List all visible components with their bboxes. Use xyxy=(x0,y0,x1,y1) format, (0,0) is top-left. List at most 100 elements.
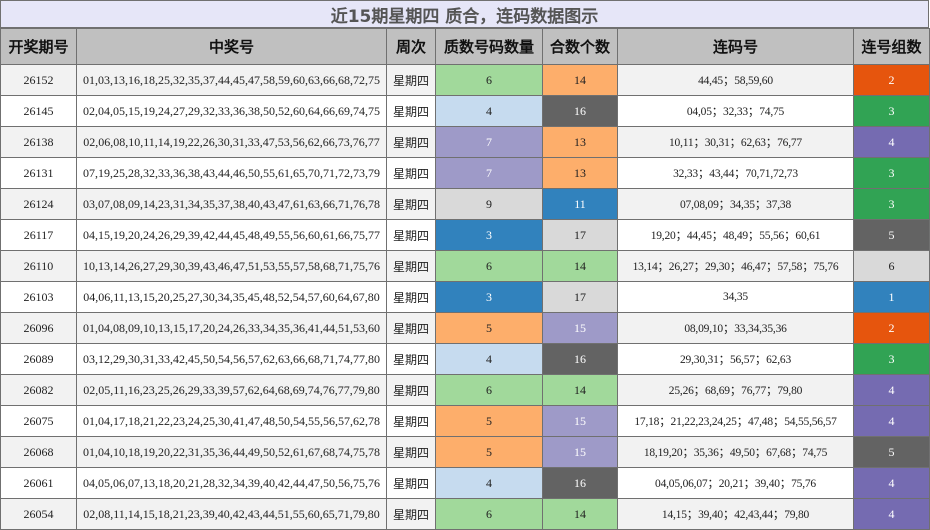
weekday-cell: 星期四 xyxy=(386,157,436,189)
weekday-cell: 星期四 xyxy=(386,312,436,344)
composite-count-cell: 14 xyxy=(542,250,618,282)
issue-cell: 26096 xyxy=(0,312,77,344)
header-consecutive-numbers: 连码号 xyxy=(617,28,854,65)
prime-count-cell: 3 xyxy=(435,281,543,313)
issue-cell: 26110 xyxy=(0,250,77,282)
lottery-chart-view: 近15期星期四 质合，连码数据图示 开奖期号 中奖号 周次 质数号码数量 合数个… xyxy=(0,0,930,530)
consecutive-groups-cell: 5 xyxy=(853,219,930,251)
prime-count-cell: 4 xyxy=(435,95,543,127)
consecutive-numbers-cell: 08,09,10；33,34,35,36 xyxy=(617,312,854,344)
composite-count-cell: 15 xyxy=(542,436,618,468)
winning-numbers-cell: 01,03,13,16,18,25,32,35,37,44,45,47,58,5… xyxy=(76,64,387,96)
issue-cell: 26054 xyxy=(0,498,77,530)
winning-numbers-cell: 02,08,11,14,15,18,21,23,39,40,42,43,44,5… xyxy=(76,498,387,530)
consecutive-groups-cell: 1 xyxy=(853,281,930,313)
table-row: 26082 02,05,11,16,23,25,26,29,33,39,57,62… xyxy=(0,374,930,406)
consecutive-numbers-cell: 07,08,09；34,35；37,38 xyxy=(617,188,854,220)
consecutive-numbers-cell: 34,35 xyxy=(617,281,854,313)
winning-numbers-cell: 04,06,11,13,15,20,25,27,30,34,35,45,48,5… xyxy=(76,281,387,313)
prime-count-cell: 5 xyxy=(435,405,543,437)
weekday-cell: 星期四 xyxy=(386,188,436,220)
table-row: 26110 10,13,14,26,27,29,30,39,43,46,47,51… xyxy=(0,250,930,282)
issue-cell: 26145 xyxy=(0,95,77,127)
weekday-cell: 星期四 xyxy=(386,498,436,530)
composite-count-cell: 17 xyxy=(542,281,618,313)
winning-numbers-cell: 01,04,17,18,21,22,23,24,25,30,41,47,48,5… xyxy=(76,405,387,437)
issue-cell: 26124 xyxy=(0,188,77,220)
issue-cell: 26089 xyxy=(0,343,77,375)
consecutive-numbers-cell: 04,05,06,07；20,21；39,40；75,76 xyxy=(617,467,854,499)
winning-numbers-cell: 07,19,25,28,32,33,36,38,43,44,46,50,55,6… xyxy=(76,157,387,189)
table-header-row: 开奖期号 中奖号 周次 质数号码数量 合数个数 连码号 连号组数 xyxy=(0,28,930,65)
consecutive-numbers-cell: 44,45；58,59,60 xyxy=(617,64,854,96)
composite-count-cell: 14 xyxy=(542,374,618,406)
weekday-cell: 星期四 xyxy=(386,281,436,313)
prime-count-cell: 7 xyxy=(435,157,543,189)
draw-data-table: 开奖期号 中奖号 周次 质数号码数量 合数个数 连码号 连号组数 26152 01… xyxy=(0,28,930,530)
prime-count-cell: 7 xyxy=(435,126,543,158)
consecutive-groups-cell: 3 xyxy=(853,343,930,375)
issue-cell: 26131 xyxy=(0,157,77,189)
consecutive-groups-cell: 4 xyxy=(853,467,930,499)
consecutive-groups-cell: 6 xyxy=(853,250,930,282)
table-row: 26103 04,06,11,13,15,20,25,27,30,34,35,45… xyxy=(0,281,930,313)
issue-cell: 26103 xyxy=(0,281,77,313)
prime-count-cell: 6 xyxy=(435,250,543,282)
issue-cell: 26082 xyxy=(0,374,77,406)
composite-count-cell: 14 xyxy=(542,64,618,96)
consecutive-groups-cell: 4 xyxy=(853,498,930,530)
table-row: 26061 04,05,06,07,13,18,20,21,28,32,34,39… xyxy=(0,467,930,499)
composite-count-cell: 15 xyxy=(542,405,618,437)
winning-numbers-cell: 02,04,05,15,19,24,27,29,32,33,36,38,50,5… xyxy=(76,95,387,127)
winning-numbers-cell: 03,07,08,09,14,23,31,34,35,37,38,40,43,4… xyxy=(76,188,387,220)
consecutive-numbers-cell: 19,20；44,45；48,49；55,56；60,61 xyxy=(617,219,854,251)
prime-count-cell: 6 xyxy=(435,64,543,96)
consecutive-groups-cell: 4 xyxy=(853,126,930,158)
table-row: 26124 03,07,08,09,14,23,31,34,35,37,38,40… xyxy=(0,188,930,220)
consecutive-numbers-cell: 10,11；30,31；62,63；76,77 xyxy=(617,126,854,158)
header-consecutive-groups: 连号组数 xyxy=(853,28,930,65)
consecutive-numbers-cell: 32,33；43,44；70,71,72,73 xyxy=(617,157,854,189)
weekday-cell: 星期四 xyxy=(386,374,436,406)
composite-count-cell: 13 xyxy=(542,157,618,189)
header-composite-count: 合数个数 xyxy=(542,28,618,65)
composite-count-cell: 17 xyxy=(542,219,618,251)
weekday-cell: 星期四 xyxy=(386,64,436,96)
table-row: 26096 01,04,08,09,10,13,15,17,20,24,26,33… xyxy=(0,312,930,344)
consecutive-groups-cell: 2 xyxy=(853,312,930,344)
consecutive-groups-cell: 3 xyxy=(853,188,930,220)
consecutive-numbers-cell: 13,14；26,27；29,30；46,47；57,58；75,76 xyxy=(617,250,854,282)
header-prime-count: 质数号码数量 xyxy=(435,28,543,65)
page-title: 近15期星期四 质合，连码数据图示 xyxy=(0,0,929,28)
composite-count-cell: 13 xyxy=(542,126,618,158)
winning-numbers-cell: 04,15,19,20,24,26,29,39,42,44,45,48,49,5… xyxy=(76,219,387,251)
issue-cell: 26061 xyxy=(0,467,77,499)
header-winning-numbers: 中奖号 xyxy=(76,28,387,65)
table-row: 26131 07,19,25,28,32,33,36,38,43,44,46,50… xyxy=(0,157,930,189)
weekday-cell: 星期四 xyxy=(386,126,436,158)
winning-numbers-cell: 02,06,08,10,11,14,19,22,26,30,31,33,47,5… xyxy=(76,126,387,158)
issue-cell: 26117 xyxy=(0,219,77,251)
consecutive-numbers-cell: 29,30,31；56,57；62,63 xyxy=(617,343,854,375)
weekday-cell: 星期四 xyxy=(386,436,436,468)
table-row: 26075 01,04,17,18,21,22,23,24,25,30,41,47… xyxy=(0,405,930,437)
table-row: 26138 02,06,08,10,11,14,19,22,26,30,31,33… xyxy=(0,126,930,158)
consecutive-numbers-cell: 14,15；39,40；42,43,44；79,80 xyxy=(617,498,854,530)
consecutive-groups-cell: 5 xyxy=(853,436,930,468)
table-row: 26054 02,08,11,14,15,18,21,23,39,40,42,43… xyxy=(0,498,930,530)
winning-numbers-cell: 10,13,14,26,27,29,30,39,43,46,47,51,53,5… xyxy=(76,250,387,282)
consecutive-groups-cell: 3 xyxy=(853,157,930,189)
header-issue: 开奖期号 xyxy=(0,28,77,65)
prime-count-cell: 6 xyxy=(435,498,543,530)
prime-count-cell: 4 xyxy=(435,467,543,499)
issue-cell: 26152 xyxy=(0,64,77,96)
composite-count-cell: 14 xyxy=(542,498,618,530)
winning-numbers-cell: 03,12,29,30,31,33,42,45,50,54,56,57,62,6… xyxy=(76,343,387,375)
consecutive-numbers-cell: 17,18；21,22,23,24,25；47,48；54,55,56,57 xyxy=(617,405,854,437)
table-row: 26152 01,03,13,16,18,25,32,35,37,44,45,47… xyxy=(0,64,930,96)
consecutive-numbers-cell: 18,19,20；35,36；49,50；67,68；74,75 xyxy=(617,436,854,468)
prime-count-cell: 6 xyxy=(435,374,543,406)
prime-count-cell: 3 xyxy=(435,219,543,251)
consecutive-groups-cell: 3 xyxy=(853,95,930,127)
table-row: 26117 04,15,19,20,24,26,29,39,42,44,45,48… xyxy=(0,219,930,251)
